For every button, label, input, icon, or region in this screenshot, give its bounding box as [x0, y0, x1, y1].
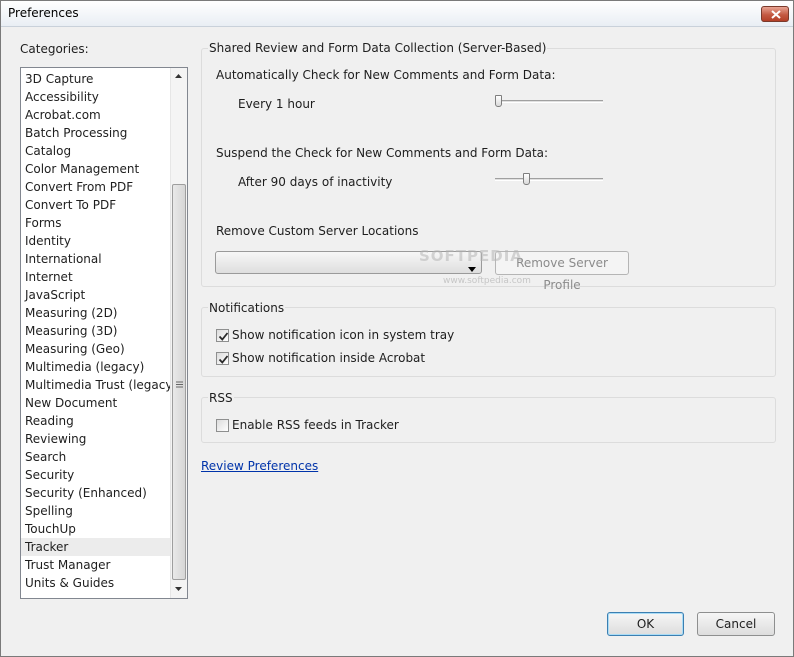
- cancel-button[interactable]: Cancel: [697, 612, 775, 636]
- category-item[interactable]: JavaScript: [21, 286, 171, 304]
- category-item[interactable]: Search: [21, 448, 171, 466]
- review-preferences-link[interactable]: Review Preferences: [201, 459, 318, 473]
- category-item[interactable]: Catalog: [21, 142, 171, 160]
- auto-check-value: Every 1 hour: [238, 97, 315, 111]
- grip-icon: [176, 377, 183, 391]
- category-item[interactable]: Security (Enhanced): [21, 484, 171, 502]
- title-bar: Preferences: [1, 1, 793, 27]
- slider-track: [495, 178, 603, 181]
- category-item[interactable]: Accessibility: [21, 88, 171, 106]
- auto-check-label: Automatically Check for New Comments and…: [216, 68, 556, 82]
- remove-server-label: Remove Custom Server Locations: [216, 224, 419, 238]
- slider-thumb[interactable]: [523, 173, 530, 185]
- system-tray-checkbox[interactable]: [216, 329, 229, 342]
- notifications-title: Notifications: [208, 301, 286, 315]
- category-item[interactable]: International: [21, 250, 171, 268]
- slider-track: [495, 100, 603, 103]
- category-item[interactable]: New Document: [21, 394, 171, 412]
- category-item[interactable]: Forms: [21, 214, 171, 232]
- category-item[interactable]: Measuring (Geo): [21, 340, 171, 358]
- enable-rss-label: Enable RSS feeds in Tracker: [232, 418, 399, 432]
- watermark-text: SOFTPEDIA: [419, 247, 523, 265]
- scroll-thumb[interactable]: [172, 184, 186, 580]
- ok-button[interactable]: OK: [607, 612, 684, 636]
- category-item[interactable]: Convert From PDF: [21, 178, 171, 196]
- system-tray-label: Show notification icon in system tray: [232, 328, 455, 342]
- category-item[interactable]: Units & Guides: [21, 574, 171, 592]
- suspend-label: Suspend the Check for New Comments and F…: [216, 146, 549, 160]
- enable-rss-checkbox[interactable]: [216, 419, 229, 432]
- window-title: Preferences: [8, 6, 79, 20]
- scroll-up-button[interactable]: [171, 68, 187, 85]
- category-item[interactable]: Multimedia (legacy): [21, 358, 171, 376]
- suspend-slider[interactable]: [495, 172, 603, 188]
- category-item[interactable]: Convert To PDF: [21, 196, 171, 214]
- category-item[interactable]: Internet: [21, 268, 171, 286]
- shared-review-title: Shared Review and Form Data Collection (…: [208, 41, 548, 55]
- notifications-group: [201, 307, 776, 377]
- category-item[interactable]: Measuring (3D): [21, 322, 171, 340]
- category-item[interactable]: Measuring (2D): [21, 304, 171, 322]
- preferences-dialog: Preferences Categories: 3D Capture Access…: [0, 0, 794, 657]
- scroll-down-button[interactable]: [171, 581, 187, 598]
- close-button[interactable]: [761, 6, 789, 22]
- suspend-value: After 90 days of inactivity: [238, 175, 393, 189]
- category-item[interactable]: Batch Processing: [21, 124, 171, 142]
- inside-acrobat-checkbox[interactable]: [216, 352, 229, 365]
- auto-check-slider[interactable]: [495, 94, 603, 110]
- category-item[interactable]: Trust Manager: [21, 556, 171, 574]
- inside-acrobat-label: Show notification inside Acrobat: [232, 351, 426, 365]
- category-item[interactable]: 3D Capture: [21, 70, 171, 88]
- category-scrollbar[interactable]: [170, 68, 187, 598]
- category-item[interactable]: Security: [21, 466, 171, 484]
- watermark-url: www.softpedia.com: [443, 276, 531, 286]
- category-item[interactable]: Color Management: [21, 160, 171, 178]
- category-item[interactable]: TouchUp: [21, 520, 171, 538]
- category-list[interactable]: 3D Capture Accessibility Acrobat.com Batch …: [20, 67, 188, 599]
- category-item[interactable]: Tracker: [21, 538, 171, 556]
- category-item[interactable]: Reviewing: [21, 430, 171, 448]
- category-item[interactable]: Acrobat.com: [21, 106, 171, 124]
- slider-thumb[interactable]: [495, 95, 502, 107]
- categories-label: Categories:: [20, 42, 89, 56]
- category-item[interactable]: Multimedia Trust (legacy): [21, 376, 177, 394]
- category-item[interactable]: Identity: [21, 232, 171, 250]
- rss-title: RSS: [208, 391, 234, 405]
- category-item[interactable]: Spelling: [21, 502, 171, 520]
- category-item[interactable]: Reading: [21, 412, 171, 430]
